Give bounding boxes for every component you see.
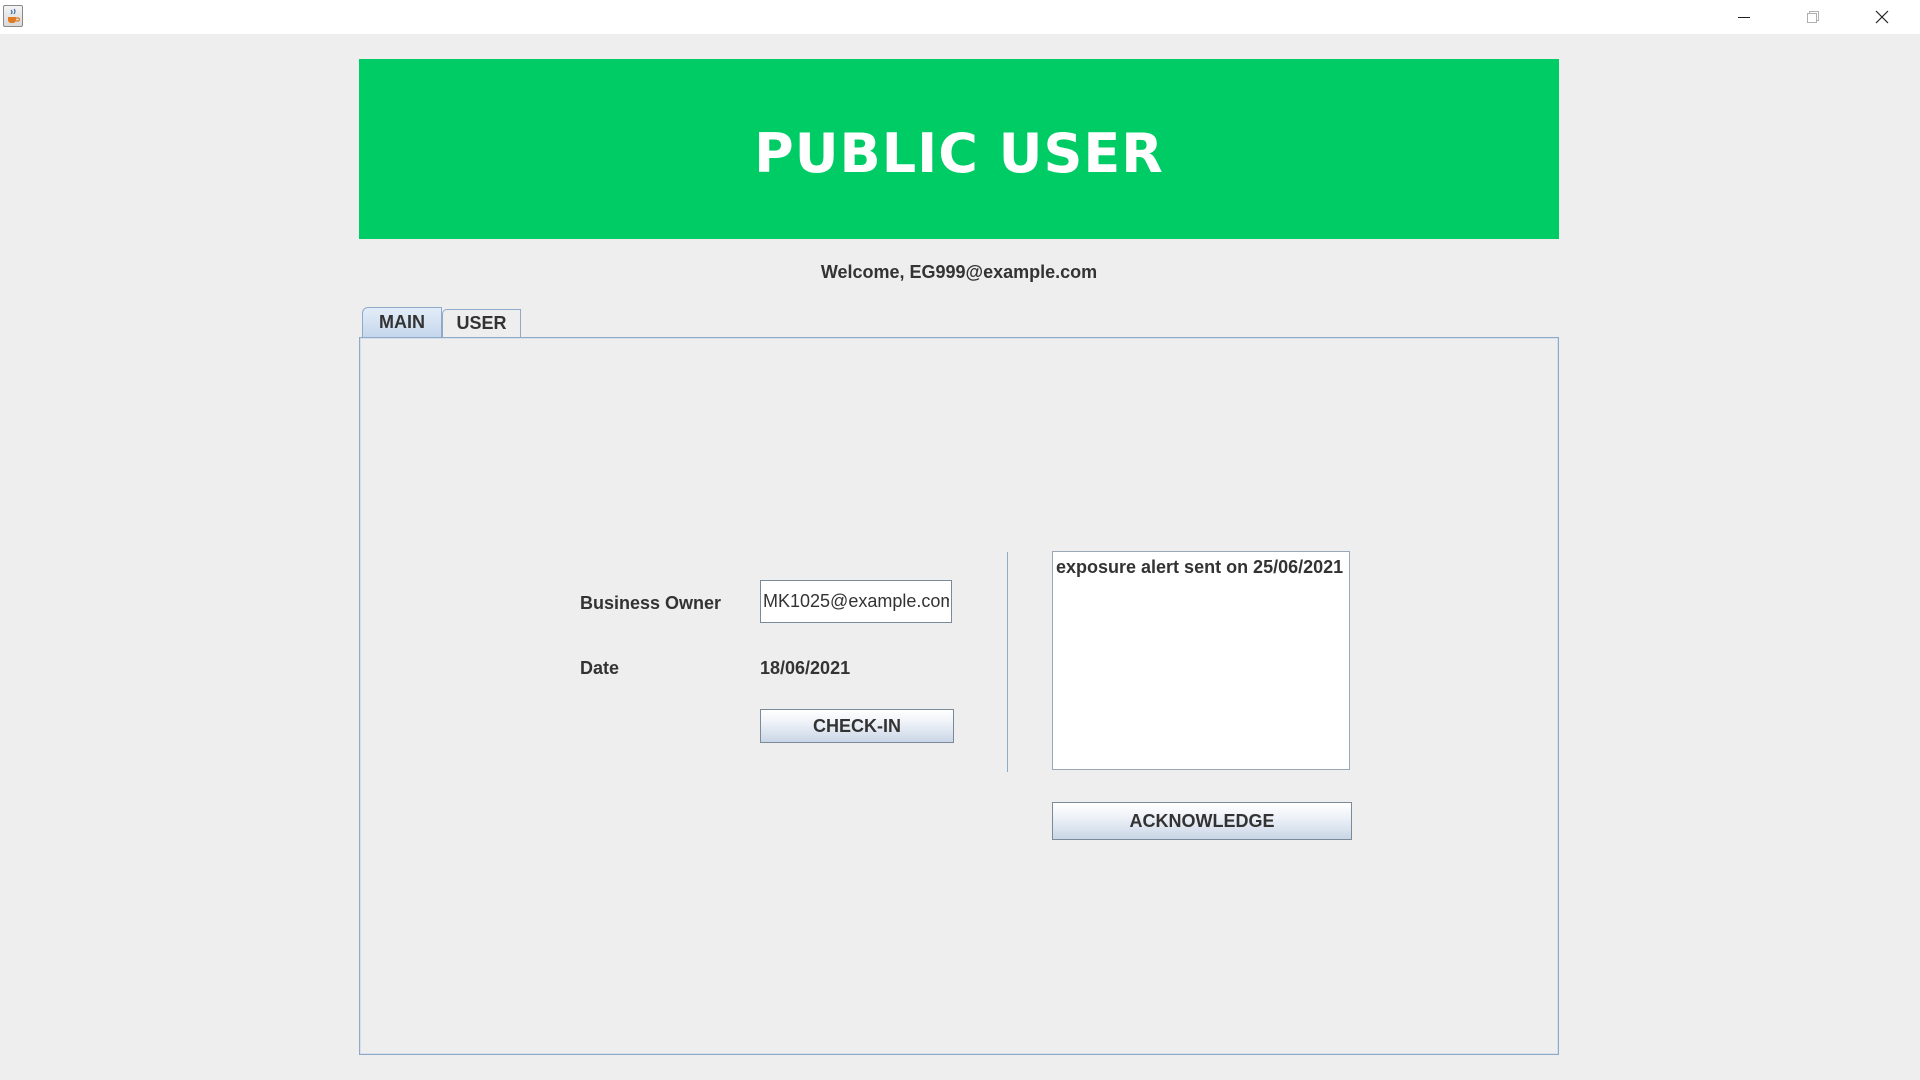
vertical-separator — [1007, 552, 1008, 772]
date-label: Date — [580, 658, 620, 678]
maximize-icon — [1806, 11, 1819, 23]
tab-content-panel — [359, 337, 1559, 1055]
java-cup-icon — [3, 5, 23, 27]
minimize-button[interactable] — [1709, 0, 1778, 34]
page-title: PUBLIC USER — [754, 121, 1164, 185]
check-in-button[interactable]: CHECK-IN — [760, 709, 954, 743]
header-banner: PUBLIC USER — [359, 59, 1559, 239]
close-button[interactable] — [1847, 0, 1916, 34]
acknowledge-button[interactable]: ACKNOWLEDGE — [1052, 802, 1352, 840]
business-owner-input[interactable] — [760, 580, 952, 623]
date-value: 18/06/2021 — [760, 658, 851, 678]
tab-user[interactable]: USER — [442, 309, 521, 337]
app-window: PUBLIC USER Welcome, EG999@example.com M… — [0, 0, 1920, 1080]
business-owner-label: Business Owner — [580, 593, 722, 613]
minimize-icon — [1737, 17, 1750, 18]
close-icon — [1875, 10, 1888, 24]
welcome-message: Welcome, EG999@example.com — [820, 262, 1098, 282]
maximize-button[interactable] — [1778, 0, 1847, 34]
alert-text-area[interactable]: exposure alert sent on 25/06/2021 — [1052, 551, 1350, 770]
tab-main[interactable]: MAIN — [362, 307, 442, 337]
title-bar[interactable] — [0, 0, 1920, 34]
alert-message: exposure alert sent on 25/06/2021 — [1056, 557, 1344, 577]
